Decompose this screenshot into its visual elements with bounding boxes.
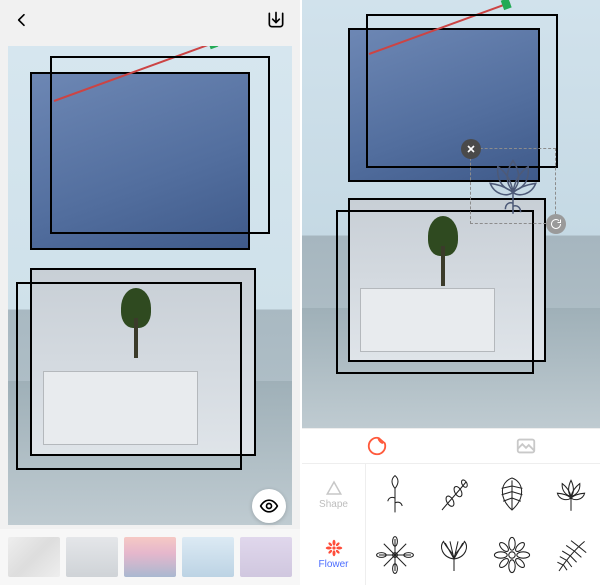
sticker-grid bbox=[366, 464, 600, 585]
frame-top-offset[interactable] bbox=[50, 56, 270, 234]
thumb-texture-sky[interactable] bbox=[182, 537, 234, 577]
sticker-leaf-palm[interactable] bbox=[542, 525, 600, 585]
sticker-flower-dahlia[interactable] bbox=[483, 525, 542, 585]
sticker-tab[interactable] bbox=[302, 435, 451, 457]
export-button[interactable] bbox=[266, 10, 286, 35]
sticker-flower-lotus[interactable] bbox=[542, 464, 600, 525]
category-shape-label: Shape bbox=[319, 499, 348, 510]
frame-bottom-offset[interactable] bbox=[336, 210, 534, 374]
sticker-selection-box[interactable] bbox=[470, 148, 556, 224]
preview-header bbox=[0, 0, 300, 44]
frame-bottom-offset[interactable] bbox=[16, 282, 242, 470]
sticker-picker: Shape Flower bbox=[302, 464, 600, 585]
thumb-texture-sunset[interactable] bbox=[124, 537, 176, 577]
triangle-icon bbox=[325, 479, 343, 497]
sticker-category-list: Shape Flower bbox=[302, 464, 366, 585]
sticker-leaf-monstera[interactable] bbox=[483, 464, 542, 525]
thumb-texture-marble[interactable] bbox=[8, 537, 60, 577]
sticker-flower-branch[interactable] bbox=[425, 464, 484, 525]
category-flower[interactable]: Flower bbox=[302, 525, 365, 585]
background-thumbnail-strip bbox=[0, 529, 300, 585]
category-shape[interactable]: Shape bbox=[302, 464, 365, 525]
image-tab[interactable] bbox=[451, 435, 600, 457]
editor-panel: Shape Flower bbox=[300, 0, 600, 585]
sticker-leaf-ginkgo-fan[interactable] bbox=[425, 525, 484, 585]
flower-icon bbox=[325, 539, 343, 557]
back-button[interactable] bbox=[14, 12, 30, 33]
lotus-flower-sticker-icon bbox=[475, 153, 551, 221]
preview-panel bbox=[0, 0, 300, 585]
sticker-tab-icon bbox=[366, 435, 388, 457]
editor-canvas[interactable] bbox=[302, 0, 600, 428]
thumb-texture-lilac[interactable] bbox=[240, 537, 292, 577]
image-tab-icon bbox=[515, 435, 537, 457]
preview-canvas[interactable] bbox=[8, 46, 292, 525]
editor-tabbar bbox=[302, 428, 600, 464]
sticker-flower-tall-stem[interactable] bbox=[366, 464, 425, 525]
category-flower-label: Flower bbox=[318, 559, 348, 570]
toggle-visibility-button[interactable] bbox=[252, 489, 286, 523]
sticker-leaf-radial[interactable] bbox=[366, 525, 425, 585]
thumb-texture-plain[interactable] bbox=[66, 537, 118, 577]
